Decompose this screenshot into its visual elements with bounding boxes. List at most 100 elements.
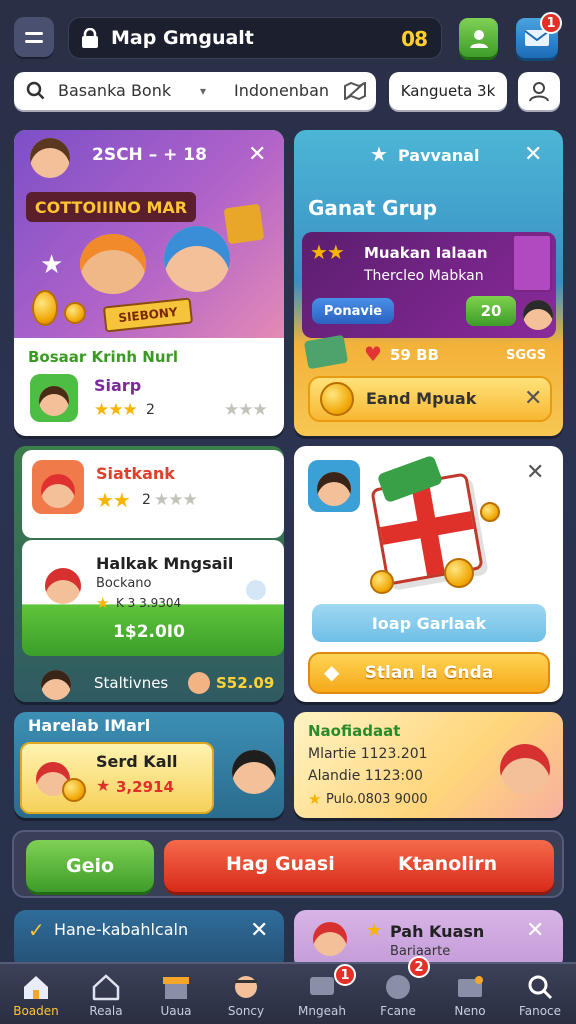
group-stat-left: 59 BB	[390, 346, 439, 364]
item-title: Halkak Mngsail	[96, 554, 234, 573]
gift-primary-button[interactable]: Ioap Garlaak	[312, 604, 546, 642]
info-icon[interactable]	[246, 580, 266, 600]
coin-icon	[370, 570, 394, 594]
reward-bar[interactable]: Eand Mpuak ✕	[308, 376, 552, 422]
crate-icon	[223, 203, 265, 245]
nav-label: Reala	[89, 1004, 123, 1018]
close-icon[interactable]: ✕	[524, 144, 542, 166]
nav-badge: 2	[408, 956, 430, 978]
group-action-button[interactable]: Ponavie	[312, 298, 394, 324]
user-icon	[529, 82, 549, 102]
nav-label: Mngeah	[298, 1004, 346, 1018]
group-header: Pavvanal	[398, 146, 480, 165]
nav-item-boaden[interactable]: Boaden	[4, 964, 68, 1024]
language-selector[interactable]: Kangueta 3k	[389, 72, 507, 110]
event-code: 2SCH – + 18	[92, 145, 207, 165]
bottom-avatar	[308, 914, 352, 966]
market-title: Harelab IMarl	[28, 716, 151, 735]
location-filter[interactable]: Indonenban	[234, 81, 329, 100]
item-avatar	[38, 550, 88, 614]
chevron-down-icon[interactable]: ▾	[200, 84, 206, 98]
nav-badge: 1	[334, 964, 356, 986]
group-line2: Thercleo Mabkan	[364, 268, 484, 284]
star-icon: ★	[40, 250, 64, 280]
star-icon: ★	[308, 790, 321, 808]
gift-avatar	[308, 460, 360, 512]
event-card[interactable]: 2SCH – + 18 ✕ COTTOIIINO MAR ★ SIEBONY B…	[14, 130, 284, 436]
check-icon: ✓	[28, 918, 45, 942]
chat-icon	[310, 977, 334, 995]
star-icon: ★	[96, 776, 111, 795]
red-action-button[interactable]: Hag Guasi Ktanolirn	[164, 840, 554, 892]
ranking-card[interactable]: Siatkank ★★ 2 ★★★ Halkak Mngsail Bockano…	[14, 446, 284, 702]
gift-card[interactable]: ✕ Ioap Garlaak Stlan la Gnda ◆	[294, 446, 563, 702]
nav-item-fcane[interactable]: Fcane 2	[366, 956, 430, 1024]
lock-icon	[82, 28, 98, 48]
market-card[interactable]: Harelab IMarl Serd Kall ★ 3,2914	[14, 712, 284, 818]
group-line1: Muakan Ialaan	[364, 244, 488, 262]
bottom-nav: Boaden Reala Uaua Soncy Mngeah 1 Fcane 2…	[0, 956, 576, 1024]
group-card[interactable]: ★ Pavvanal ✕ Ganat Grup ★★ Muakan Ialaan…	[294, 130, 563, 436]
green-action-button[interactable]: Geio	[26, 840, 154, 892]
rating-stars: ★★★	[94, 400, 138, 420]
star-icon: ★★	[310, 240, 345, 264]
red-action-right-label: Ktanolirn	[398, 853, 498, 875]
notification-badge: 1	[540, 12, 562, 34]
bottom-left-card[interactable]: ✓ Hane-kabahlcaln ✕	[14, 910, 284, 970]
search-input[interactable]: Basanka Bonk	[58, 81, 171, 100]
nav-item-reala[interactable]: Reala	[74, 964, 138, 1024]
building-icon	[512, 234, 552, 292]
info-line3: Pulo.0803 9000	[326, 792, 428, 807]
nav-item-soncy[interactable]: Soncy	[214, 964, 278, 1024]
close-icon[interactable]: ✕	[250, 920, 268, 942]
nav-label: Fanoce	[518, 1004, 562, 1018]
member-avatar	[520, 290, 556, 334]
ranking-avatar	[32, 460, 84, 514]
mini-avatar	[188, 672, 210, 694]
close-icon[interactable]: ✕	[526, 920, 544, 942]
nav-label: Boaden	[13, 1004, 59, 1018]
group-stat-right: SGGS	[506, 348, 547, 363]
nav-item-fanoce[interactable]: Fanoce	[508, 964, 572, 1024]
info-title: Naofiadaat	[308, 722, 401, 740]
vendor-avatar	[224, 736, 284, 818]
event-banner-title: COTTOIIINO MAR	[26, 192, 196, 222]
search-bar[interactable]: Basanka Bonk ▾ Indonenban	[14, 72, 376, 110]
close-icon[interactable]: ✕	[248, 144, 266, 166]
character-left	[80, 234, 146, 294]
nav-label: Soncy	[227, 1004, 265, 1018]
event-subtitle: Bosaar Krinh Nurl	[28, 348, 179, 366]
bottom-right-title: Pah Kuasn	[390, 922, 485, 941]
top-bar: Map Gmgualt 08 1	[0, 0, 576, 72]
nav-item-uaua[interactable]: Uaua	[144, 964, 208, 1024]
add-friend-button[interactable]	[459, 18, 498, 57]
coin-counter: 08	[401, 27, 428, 51]
search-icon	[528, 975, 553, 1000]
avatar-icon	[235, 976, 257, 998]
menu-button[interactable]	[14, 17, 54, 57]
group-title: Ganat Grup	[308, 196, 438, 220]
star-icon: ★	[370, 142, 388, 166]
item-stats: K 3 3.9304	[116, 596, 182, 610]
shield-icon: ◆	[324, 660, 340, 684]
rating-stars: ★★	[96, 488, 131, 512]
close-icon[interactable]: ✕	[526, 462, 544, 484]
player-avatar	[30, 374, 78, 422]
close-icon[interactable]: ✕	[524, 388, 542, 410]
gift-claim-button[interactable]: Stlan la Gnda	[308, 652, 550, 694]
nav-label: Uaua	[160, 1004, 192, 1018]
coin-icon	[480, 502, 500, 522]
rating-empty-stars: ★★★	[154, 490, 198, 510]
bottom-left-title: Hane-kabahlcaln	[54, 920, 189, 939]
map-off-icon[interactable]	[344, 82, 366, 100]
item-price: 1$2.0I0	[113, 622, 185, 642]
heart-icon: ♥	[364, 342, 382, 366]
info-line1: Mlartie 1123.201	[308, 746, 428, 762]
profile-button[interactable]	[518, 72, 560, 110]
info-card[interactable]: Naofiadaat Mlartie 1123.201 Alandie 1123…	[294, 712, 563, 818]
group-count: 20	[466, 296, 516, 326]
search-icon	[26, 81, 45, 100]
nav-item-mngeah[interactable]: Mngeah 1	[290, 964, 356, 1024]
shop-icon	[163, 977, 189, 999]
nav-item-neno[interactable]: Neno	[438, 964, 502, 1024]
